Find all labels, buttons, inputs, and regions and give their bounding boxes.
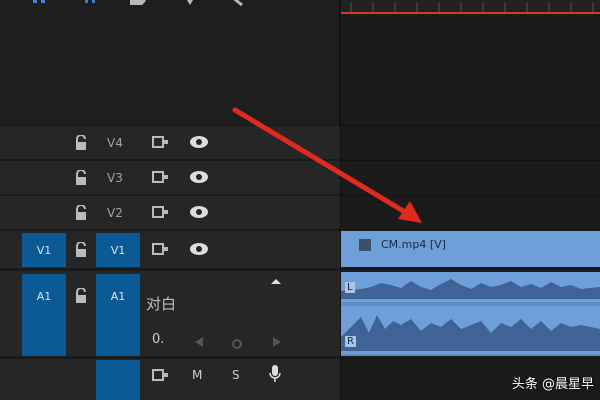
sync-lock-icon[interactable] [152,205,170,222]
clip-label: CM.mp4 [V] [381,238,446,251]
sync-lock-icon[interactable] [152,170,170,187]
lock-icon[interactable] [74,204,88,224]
fx-badge-icon [359,239,371,251]
add-keyframe-icon[interactable] [232,334,242,353]
source-patch-v1[interactable]: V1 [22,233,66,267]
track-label-v2[interactable]: V2 [107,206,123,220]
track-name: 对白 [146,295,177,313]
lock-icon[interactable] [74,287,88,307]
track-controls-row [0,358,340,400]
mute-button[interactable]: M [192,368,202,382]
track-label-v1[interactable]: V1 [96,233,140,267]
sync-lock-icon[interactable] [152,135,170,152]
audio-channel-right [341,306,600,354]
eye-icon[interactable] [189,135,209,152]
track-target-a2[interactable] [96,360,140,400]
eye-icon[interactable] [189,170,209,187]
channel-label-left: L [345,282,355,293]
wrench-icon[interactable] [230,0,248,13]
eye-icon[interactable] [189,242,209,259]
sync-lock-icon[interactable] [152,242,170,259]
lock-icon[interactable] [74,169,88,189]
lock-icon[interactable] [74,241,88,261]
track-label-v4[interactable]: V4 [107,136,123,150]
annotation-arrow [230,105,430,234]
track-resize-handle[interactable] [270,270,282,289]
video-clip[interactable]: CM.mp4 [V] [341,231,600,267]
source-patch-a1[interactable]: A1 [22,274,66,356]
track-label-a1[interactable]: A1 [96,274,140,356]
linked-selection-icon[interactable] [128,0,150,13]
channel-label-right: R [345,336,356,347]
eye-icon[interactable] [189,205,209,222]
prev-keyframe-icon[interactable] [194,333,204,352]
sync-lock-icon[interactable] [152,368,170,385]
watermark: 头条 @晨星早 [511,377,594,392]
snap-icon[interactable] [30,0,54,13]
marker-icon[interactable] [82,0,102,13]
work-area-bar[interactable] [341,12,600,14]
solo-button[interactable]: S [232,368,240,382]
volume-knob[interactable]: 0. [152,332,164,347]
add-marker-icon[interactable] [182,0,198,13]
track-label-v3[interactable]: V3 [107,171,123,185]
lock-icon[interactable] [74,134,88,154]
audio-channel-left [341,272,600,302]
next-keyframe-icon[interactable] [272,333,282,352]
audio-clip[interactable]: L R [341,272,600,356]
microphone-icon[interactable] [268,364,282,388]
